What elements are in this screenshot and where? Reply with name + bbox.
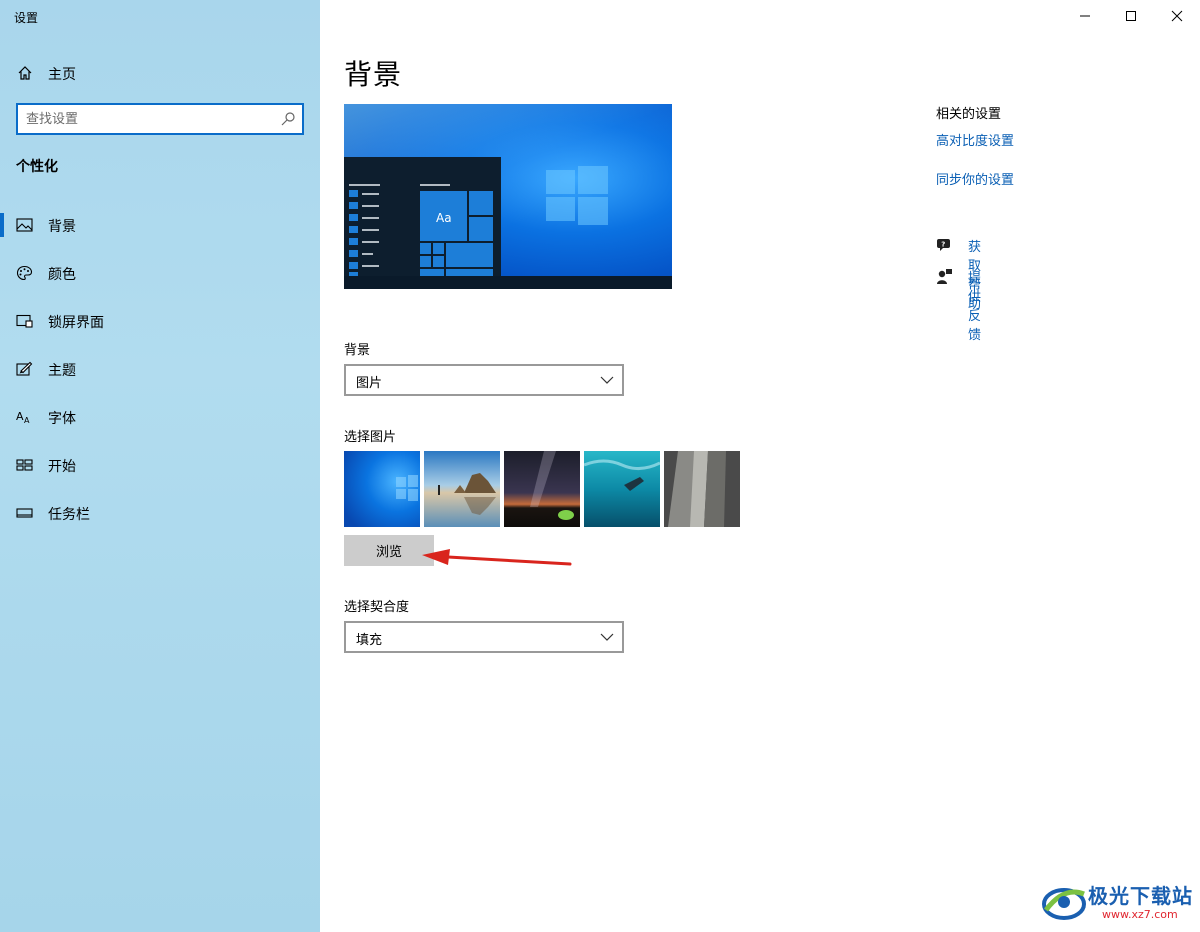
background-preview: Aa	[344, 104, 672, 289]
taskbar-preview	[344, 276, 672, 289]
sidebar: 设置 主页 个性化 背景 颜色 锁屏界面	[0, 0, 320, 932]
preview-tile-text: Aa	[436, 211, 452, 225]
svg-text:A: A	[16, 410, 24, 423]
background-label: 背景	[344, 343, 371, 358]
sidebar-item-home[interactable]: 主页	[0, 57, 320, 89]
feedback-person-icon	[937, 269, 952, 284]
sidebar-item-fonts[interactable]: A A 字体	[0, 397, 320, 437]
picture-icon	[16, 218, 33, 232]
page-title: 背景	[344, 58, 403, 91]
background-dropdown-value: 图片	[356, 376, 383, 391]
watermark: 极光下载站 www.xz7.com	[1040, 876, 1196, 928]
close-button[interactable]	[1154, 0, 1200, 32]
background-dropdown[interactable]: 图片	[344, 364, 624, 396]
picture-thumbnail[interactable]	[344, 451, 420, 527]
choose-picture-label: 选择图片	[344, 430, 397, 445]
fit-label: 选择契合度	[344, 600, 410, 615]
app-title: 设置	[14, 11, 39, 25]
maximize-icon	[1126, 11, 1136, 21]
sidebar-item-lock-screen[interactable]: 锁屏界面	[0, 301, 320, 341]
sidebar-item-themes[interactable]: 主题	[0, 349, 320, 389]
chevron-down-icon	[600, 376, 614, 384]
minimize-icon	[1080, 15, 1090, 17]
picture-thumbnail[interactable]	[504, 451, 580, 527]
sidebar-item-label: 开始	[48, 459, 76, 475]
sidebar-item-label: 字体	[48, 411, 76, 427]
sidebar-item-colors[interactable]: 颜色	[0, 253, 320, 293]
fit-dropdown[interactable]: 填充	[344, 621, 624, 653]
windows-logo-icon	[546, 166, 608, 225]
sidebar-item-label: 背景	[48, 219, 76, 235]
picture-thumbnail[interactable]	[664, 451, 740, 527]
sidebar-item-taskbar[interactable]: 任务栏	[0, 493, 320, 533]
help-chat-icon: ?	[937, 239, 950, 251]
picture-thumbnail[interactable]	[424, 451, 500, 527]
search-icon[interactable]	[280, 111, 296, 127]
watermark-brand: 极光下载站	[1088, 884, 1193, 908]
svg-text:A: A	[24, 416, 30, 425]
taskbar-icon	[16, 508, 33, 518]
font-icon: A A	[16, 410, 30, 425]
high-contrast-link[interactable]: 高对比度设置	[936, 130, 1014, 149]
sidebar-item-label: 锁屏界面	[48, 315, 104, 331]
sidebar-item-background[interactable]: 背景	[0, 205, 320, 245]
close-icon	[1171, 10, 1183, 22]
related-settings-title: 相关的设置	[936, 107, 1002, 122]
maximize-button[interactable]	[1108, 0, 1154, 32]
search-input[interactable]	[26, 110, 276, 128]
section-title: 个性化	[16, 159, 58, 175]
home-icon	[18, 66, 32, 80]
picture-thumbnail[interactable]	[584, 451, 660, 527]
sidebar-item-label: 主题	[48, 363, 76, 379]
feedback-label: 提供反馈	[968, 271, 982, 343]
lock-screen-icon	[16, 314, 33, 328]
theme-icon	[16, 361, 33, 376]
start-icon	[16, 459, 33, 471]
sync-settings-link[interactable]: 同步你的设置	[936, 169, 1014, 188]
sidebar-item-start[interactable]: 开始	[0, 445, 320, 485]
minimize-button[interactable]	[1062, 0, 1108, 32]
fit-dropdown-value: 填充	[356, 633, 383, 648]
svg-text:?: ?	[941, 241, 945, 249]
sidebar-item-label: 主页	[48, 67, 76, 83]
sidebar-item-label: 颜色	[48, 267, 76, 283]
annotation-arrow-icon	[422, 549, 572, 566]
watermark-url: www.xz7.com	[1102, 908, 1178, 921]
palette-icon	[16, 265, 33, 281]
sidebar-item-label: 任务栏	[48, 507, 90, 523]
watermark-logo-icon	[1042, 888, 1086, 920]
start-menu-preview: Aa	[344, 157, 501, 276]
chevron-down-icon	[600, 633, 614, 641]
search-box[interactable]	[16, 103, 304, 135]
